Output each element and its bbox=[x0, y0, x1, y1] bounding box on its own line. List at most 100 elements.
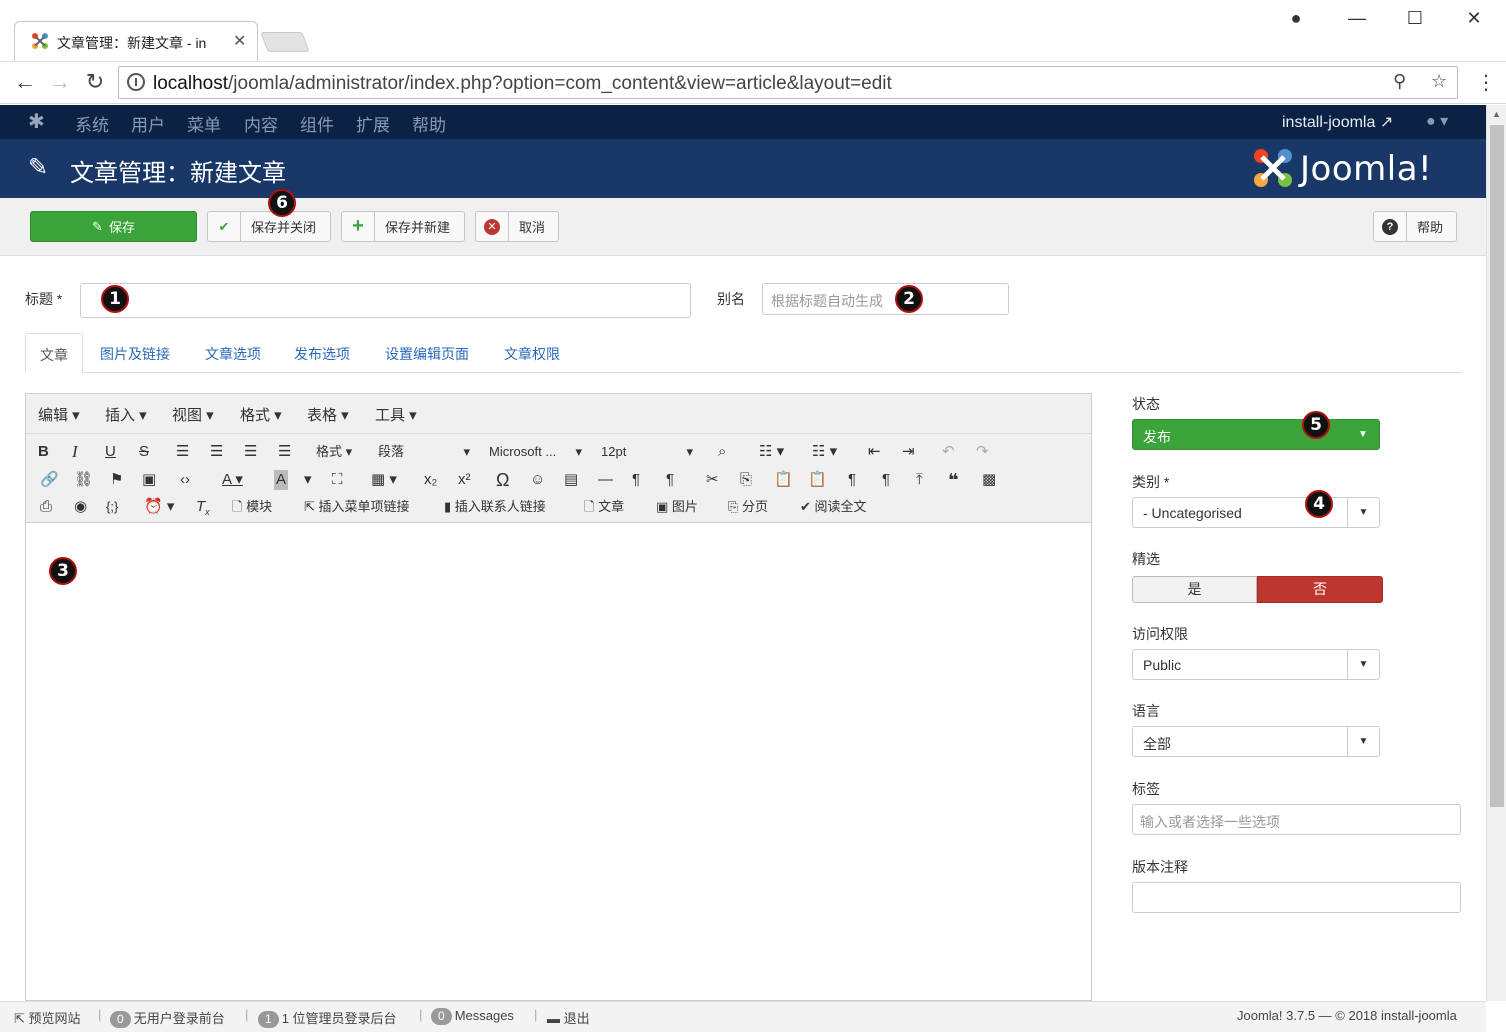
strikethrough-icon[interactable]: S bbox=[139, 442, 149, 462]
nav-users[interactable]: 用户 bbox=[131, 111, 165, 136]
numbered-list-icon[interactable]: ☷ ▾ bbox=[812, 442, 837, 462]
italic-icon[interactable]: I bbox=[72, 442, 78, 462]
nav-menus[interactable]: 菜单 bbox=[187, 111, 221, 136]
bg-color-caret-icon[interactable]: ▾ bbox=[304, 470, 312, 490]
format-select[interactable]: 格式 ▾ bbox=[316, 442, 352, 462]
reload-icon[interactable]: ↻ bbox=[81, 70, 109, 94]
copy-icon[interactable]: ⎘ bbox=[740, 470, 752, 490]
close-window-icon[interactable]: ✕ bbox=[1459, 8, 1489, 29]
save-new-button[interactable]: + 保存并新建 bbox=[341, 211, 465, 242]
fullscreen-icon[interactable]: ⛶ bbox=[332, 470, 343, 490]
superscript-icon[interactable]: x² bbox=[458, 470, 471, 490]
zoom-icon[interactable]: ⚲ bbox=[1393, 71, 1406, 92]
alias-input[interactable]: 根据标题自动生成 bbox=[762, 283, 1009, 315]
nav-help[interactable]: 帮助 bbox=[412, 111, 446, 136]
font-select[interactable]: Microsoft ... ▾ bbox=[489, 442, 582, 462]
category-select[interactable]: - Uncategorised ▼ bbox=[1132, 497, 1380, 528]
table-icon[interactable]: ▦ ▾ bbox=[371, 470, 397, 490]
show-blocks-icon[interactable]: ¶ bbox=[848, 470, 856, 490]
tags-input[interactable]: 输入或者选择一些选项 bbox=[1132, 804, 1461, 835]
code-sample-icon[interactable]: {;} bbox=[106, 497, 118, 517]
insert-datetime-icon[interactable]: ⏰ ▾ bbox=[144, 497, 174, 517]
back-icon[interactable]: ← bbox=[11, 70, 39, 94]
outdent-icon[interactable]: ⇤ bbox=[868, 442, 881, 462]
status-select[interactable]: 发布 ▼ bbox=[1132, 419, 1380, 450]
nav-content[interactable]: 内容 bbox=[244, 111, 278, 136]
featured-yes-button[interactable]: 是 bbox=[1132, 576, 1257, 603]
emoticons-icon[interactable]: ☺ bbox=[530, 470, 545, 490]
image-button[interactable]: ▣ 图片 bbox=[656, 497, 698, 517]
indent-icon[interactable]: ⇥ bbox=[902, 442, 915, 462]
module-button[interactable]: 🗋 模块 bbox=[232, 497, 272, 517]
unlink-icon[interactable]: ⛓ bbox=[74, 470, 93, 490]
size-select[interactable]: 12pt ▾ bbox=[601, 442, 693, 462]
align-justify-icon[interactable]: ☰ bbox=[278, 442, 291, 462]
featured-no-button[interactable]: 否 bbox=[1257, 576, 1383, 603]
preview-icon[interactable]: ◉ bbox=[74, 497, 87, 517]
info-icon[interactable] bbox=[127, 73, 145, 91]
save-button[interactable]: ✎ 保存 bbox=[30, 211, 197, 242]
minimize-icon[interactable]: — bbox=[1342, 8, 1372, 29]
rtl-icon[interactable]: ¶ bbox=[666, 470, 674, 490]
title-input[interactable] bbox=[80, 283, 691, 318]
cut-icon[interactable]: ✂ bbox=[706, 470, 719, 490]
upload-icon[interactable]: ⤒ bbox=[916, 470, 923, 490]
nav-components[interactable]: 组件 bbox=[300, 111, 334, 136]
underline-icon[interactable]: U bbox=[105, 442, 116, 462]
menu-insert[interactable]: 插入 ▾ bbox=[105, 404, 147, 425]
text-color-icon[interactable]: A ▾ bbox=[222, 470, 243, 490]
menu-edit[interactable]: 编辑 ▾ bbox=[38, 404, 80, 425]
forward-icon[interactable]: → bbox=[46, 70, 74, 94]
horizontal-rule-icon[interactable]: — bbox=[598, 470, 613, 490]
image-icon[interactable]: ▣ bbox=[142, 470, 156, 490]
messages-status[interactable]: 0 Messages bbox=[431, 1008, 514, 1025]
background-color-icon[interactable]: A bbox=[274, 470, 289, 490]
help-button[interactable]: ? 帮助 bbox=[1373, 211, 1457, 242]
profile-icon[interactable]: ● bbox=[1281, 8, 1311, 29]
redo-icon[interactable]: ↷ bbox=[976, 442, 989, 462]
language-select[interactable]: 全部 ▼ bbox=[1132, 726, 1380, 757]
special-char-icon[interactable]: Ω bbox=[496, 470, 509, 490]
scroll-thumb[interactable] bbox=[1490, 125, 1504, 807]
logout-link[interactable]: ▬ 退出 bbox=[547, 1008, 590, 1027]
maximize-icon[interactable]: ☐ bbox=[1400, 8, 1430, 29]
readmore-button[interactable]: ✔ 阅读全文 bbox=[800, 497, 867, 517]
pagebreak-button[interactable]: ⎘ 分页 bbox=[728, 497, 768, 517]
visitors-status[interactable]: 0 无用户登录前台 bbox=[110, 1008, 225, 1028]
contact-link-button[interactable]: ▮ 插入联系人链接 bbox=[444, 497, 546, 517]
tab-edit-screen[interactable]: 设置编辑页面 bbox=[371, 333, 483, 373]
save-close-button[interactable]: ✔ 保存并关闭 bbox=[207, 211, 331, 242]
visual-chars-icon[interactable]: ¶ bbox=[882, 470, 890, 490]
article-button[interactable]: 🗋 文章 bbox=[584, 497, 624, 517]
menu-format[interactable]: 格式 ▾ bbox=[240, 404, 282, 425]
tab-options[interactable]: 文章选项 bbox=[191, 333, 275, 373]
clear-formatting-icon[interactable]: Tx bbox=[196, 497, 210, 522]
tab-permissions[interactable]: 文章权限 bbox=[490, 333, 574, 373]
site-link[interactable]: install-joomla ↗ bbox=[1282, 112, 1393, 132]
media-icon[interactable]: ▤ bbox=[564, 470, 578, 490]
scroll-up-icon[interactable]: ▲ bbox=[1492, 109, 1501, 119]
joomla-menu-logo-icon[interactable]: ✱ bbox=[28, 111, 50, 133]
template-icon[interactable]: ▩ bbox=[982, 470, 996, 490]
print-icon[interactable]: ⎙ bbox=[40, 497, 52, 517]
paste-icon[interactable]: 📋 bbox=[774, 470, 793, 490]
anchor-icon[interactable]: ⚑ bbox=[110, 470, 123, 490]
align-right-icon[interactable]: ☰ bbox=[244, 442, 257, 462]
paste-text-icon[interactable]: 📋 bbox=[808, 470, 827, 490]
block-select[interactable]: 段落 ▾ bbox=[378, 442, 470, 462]
menu-link-button[interactable]: ⇱ 插入菜单项链接 bbox=[304, 497, 410, 517]
subscript-icon[interactable]: x₂ bbox=[424, 470, 437, 490]
access-select[interactable]: Public ▼ bbox=[1132, 649, 1380, 680]
tab-article[interactable]: 文章 bbox=[25, 333, 83, 373]
nav-extensions[interactable]: 扩展 bbox=[356, 111, 390, 136]
preview-site-link[interactable]: ⇱ 预览网站 bbox=[14, 1008, 81, 1027]
blockquote-icon[interactable]: ❝ bbox=[948, 470, 959, 490]
align-center-icon[interactable]: ☰ bbox=[210, 442, 223, 462]
menu-tools[interactable]: 工具 ▾ bbox=[375, 404, 417, 425]
nav-system[interactable]: 系统 bbox=[75, 111, 109, 136]
bookmark-star-icon[interactable]: ☆ bbox=[1431, 71, 1447, 92]
menu-view[interactable]: 视图 ▾ bbox=[172, 404, 214, 425]
bold-icon[interactable]: B bbox=[38, 442, 49, 462]
tab-publishing[interactable]: 发布选项 bbox=[280, 333, 364, 373]
tab-images-links[interactable]: 图片及链接 bbox=[86, 333, 184, 373]
